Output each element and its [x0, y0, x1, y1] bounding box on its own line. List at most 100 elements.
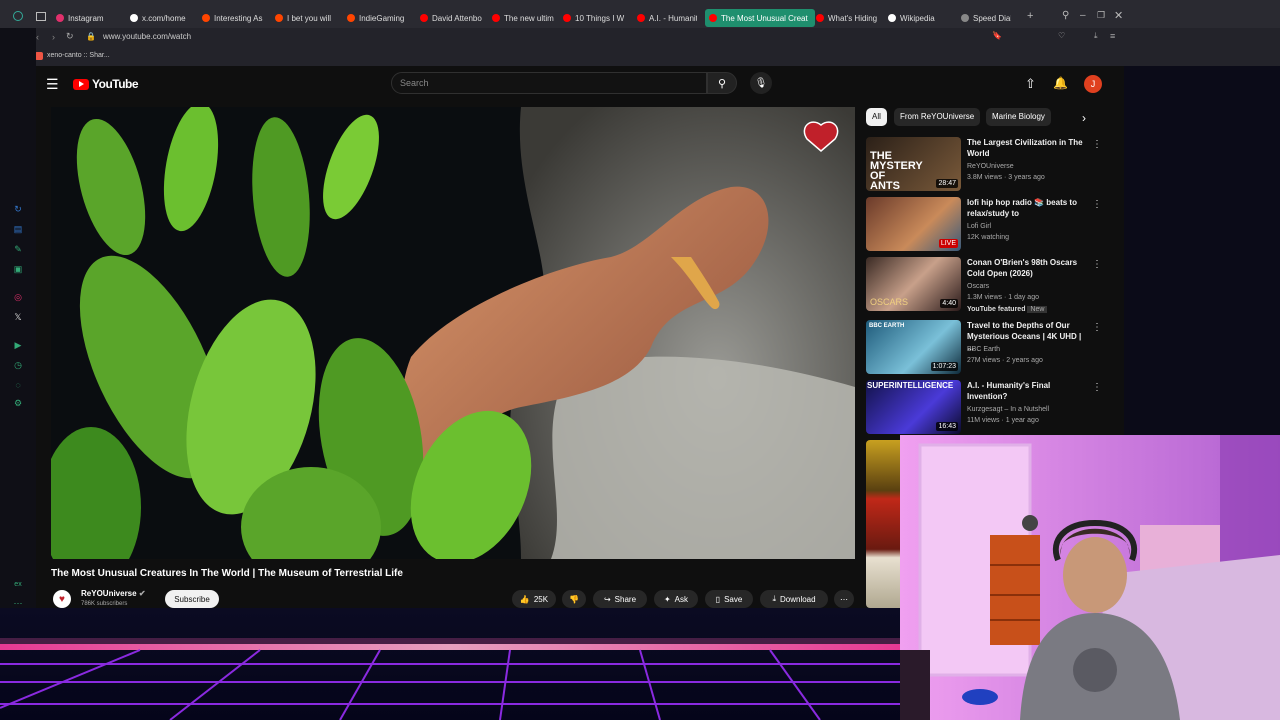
more-vertical-icon[interactable]: ⋮ — [1092, 139, 1102, 150]
subscribe-button[interactable]: Subscribe — [165, 590, 219, 608]
share-button[interactable]: ↪ Share — [593, 590, 647, 608]
forward-icon[interactable]: › — [52, 32, 55, 42]
close-window-icon[interactable]: ✕ — [1114, 9, 1123, 22]
recommendation-meta: 11M views · 1 year ago — [967, 417, 1039, 424]
browser-logo-icon[interactable] — [13, 11, 23, 21]
recommendation-thumbnails-partial[interactable] — [866, 440, 900, 608]
wallet-icon[interactable]: ▤ — [13, 224, 23, 234]
search-tabs-icon[interactable]: ⚲ — [1062, 10, 1069, 21]
lock-icon: 🔒 — [86, 32, 96, 41]
recommendation-item[interactable]: BBC EARTH 1:07:23 Travel to the Depths o… — [866, 320, 1102, 376]
chat-icon[interactable]: ◌ — [13, 380, 23, 390]
tab-label: IndieGaming — [359, 13, 405, 23]
browser-tab[interactable]: I bet you will — [275, 9, 335, 27]
recommendation-thumbnail[interactable]: BBC EARTH 1:07:23 — [866, 320, 961, 374]
more-actions-button[interactable]: ⋯ — [834, 590, 854, 608]
synthwave-grid-graphic — [0, 608, 900, 720]
bookmark-icon[interactable]: 🔖 — [992, 31, 1002, 40]
search-button[interactable]: ⚲ — [707, 72, 737, 94]
avatar[interactable]: J — [1084, 75, 1102, 93]
browser-tab[interactable]: The Most Unusual Creat — [705, 9, 815, 27]
browser-tab[interactable]: Interesting As — [202, 9, 264, 27]
more-vertical-icon[interactable]: ⋮ — [1092, 199, 1102, 210]
tab-favicon-icon — [347, 14, 355, 22]
back-icon[interactable]: ‹ — [36, 32, 39, 42]
search-input[interactable]: Search — [391, 72, 707, 94]
recommendation-item[interactable]: OSCARS 4:40 Conan O'Brien's 98th Oscars … — [866, 257, 1102, 313]
video-title: The Most Unusual Creatures In The World … — [51, 568, 403, 579]
minimize-icon[interactable]: – — [1080, 10, 1086, 21]
browser-tab[interactable]: IndieGaming — [347, 9, 409, 27]
browser-tab[interactable]: David Attenbo — [420, 9, 482, 27]
recommendation-title: lofi hip hop radio 📚 beats to relax/stud… — [967, 198, 1077, 218]
like-button[interactable]: 👍 25K — [512, 590, 556, 608]
channel-avatar[interactable]: ♥ — [53, 590, 71, 608]
chip-next-icon[interactable]: › — [1082, 111, 1086, 125]
recommendation-item[interactable]: SUPERINTELLIGENCE 16:43 A.I. - Humanity'… — [866, 380, 1102, 436]
recommendation-thumbnail[interactable]: SUPERINTELLIGENCE 16:43 — [866, 380, 961, 434]
browser-tab[interactable]: Speed Dial — [961, 9, 1011, 27]
video-duration: 4:40 — [940, 299, 958, 308]
notifications-bell-icon[interactable]: 🔔 — [1053, 76, 1068, 90]
more-vertical-icon[interactable]: ⋮ — [1092, 322, 1102, 333]
more-icon[interactable]: ⋯ — [13, 598, 23, 608]
recommendation-item[interactable]: THE MYSTERY OF ANTS 28:47 The Largest Ci… — [866, 137, 1102, 193]
heart-icon[interactable]: ♡ — [1058, 31, 1065, 40]
more-vertical-icon[interactable]: ⋮ — [1092, 259, 1102, 270]
subscriber-count: 786K subscribers — [81, 601, 128, 607]
recommendation-thumbnail[interactable]: LIVE — [866, 197, 961, 251]
browser-tab[interactable]: A.I. - Humanit — [637, 9, 697, 27]
clock-icon[interactable]: ◷ — [13, 360, 23, 370]
featured-label: YouTube featured New — [967, 306, 1048, 313]
dislike-button[interactable]: 👎 — [562, 590, 586, 608]
recommendation-item[interactable]: LIVE lofi hip hop radio 📚 beats to relax… — [866, 197, 1102, 253]
browser-tab[interactable]: Wikipedia — [888, 9, 950, 27]
tab-label: Wikipedia — [900, 13, 935, 23]
player-icon[interactable]: ▶ — [13, 340, 23, 350]
chip-all[interactable]: All — [866, 108, 887, 126]
download-icon[interactable]: ⤓ — [1094, 31, 1098, 41]
instagram-icon[interactable]: ◎ — [13, 292, 23, 302]
verified-icon: ✔ — [138, 589, 146, 598]
tab-list-icon[interactable] — [36, 12, 46, 21]
browser-tab[interactable]: What's Hiding — [816, 9, 878, 27]
new-badge: New — [1027, 306, 1048, 313]
settings-icon[interactable]: ⚙ — [13, 398, 23, 408]
ask-button[interactable]: ✦ Ask — [654, 590, 698, 608]
channel-name[interactable]: ReYOUniverse ✔ — [81, 589, 146, 598]
chip-marine-biology[interactable]: Marine Biology — [986, 108, 1051, 126]
save-label: Save — [724, 594, 743, 604]
reader-icon[interactable]: ▣ — [13, 264, 23, 274]
menu-icon[interactable]: ≡ — [1110, 31, 1115, 41]
sparkle-icon: ✦ — [663, 594, 671, 604]
sidebar-extra-icon[interactable]: ex — [13, 580, 23, 590]
notes-icon[interactable]: ✎ — [13, 244, 23, 254]
recommendation-thumbnail[interactable]: THE MYSTERY OF ANTS 28:47 — [866, 137, 961, 191]
new-tab-plus-icon[interactable]: + — [1027, 10, 1033, 22]
browser-tab[interactable]: Instagram — [56, 9, 118, 27]
browser-tab[interactable]: 10 Things I W — [563, 9, 625, 27]
video-player[interactable] — [51, 107, 855, 559]
browser-tab[interactable]: x.com/home — [130, 9, 198, 27]
tab-label: x.com/home — [142, 13, 186, 23]
create-upload-icon[interactable]: ⇧ — [1025, 76, 1036, 92]
voice-search-button[interactable]: 🎙 — [750, 72, 772, 94]
recommendation-thumbnail[interactable]: OSCARS 4:40 — [866, 257, 961, 311]
youtube-logo[interactable]: YouTube — [73, 77, 139, 91]
history-icon[interactable]: ↻ — [13, 204, 23, 214]
save-button[interactable]: ▯ Save — [705, 590, 753, 608]
download-button[interactable]: ⤓ Download — [760, 590, 828, 608]
maximize-icon[interactable]: ❐ — [1097, 10, 1105, 21]
bookmark-xeno-canto[interactable]: xeno-canto :: Shar... — [47, 52, 110, 59]
reload-icon[interactable]: ↻ — [66, 31, 74, 42]
x-icon[interactable]: 𝕏 — [13, 312, 23, 322]
url-field[interactable]: www.youtube.com/watch — [103, 32, 191, 41]
address-bar-row: ‹ › ↻ 🔒 www.youtube.com/watch 🔖 ♡ ⤓ ≡ — [0, 28, 1280, 48]
chip-from-channel[interactable]: From ReYOUniverse — [894, 108, 981, 126]
recommendation-meta: 1.3M views · 1 day ago — [967, 294, 1039, 301]
more-vertical-icon[interactable]: ⋮ — [1092, 382, 1102, 393]
browser-tab[interactable]: The new ultim — [492, 9, 554, 27]
share-label: Share — [614, 594, 637, 604]
tab-favicon-icon — [709, 14, 717, 22]
hamburger-menu-icon[interactable]: ☰ — [46, 76, 59, 93]
